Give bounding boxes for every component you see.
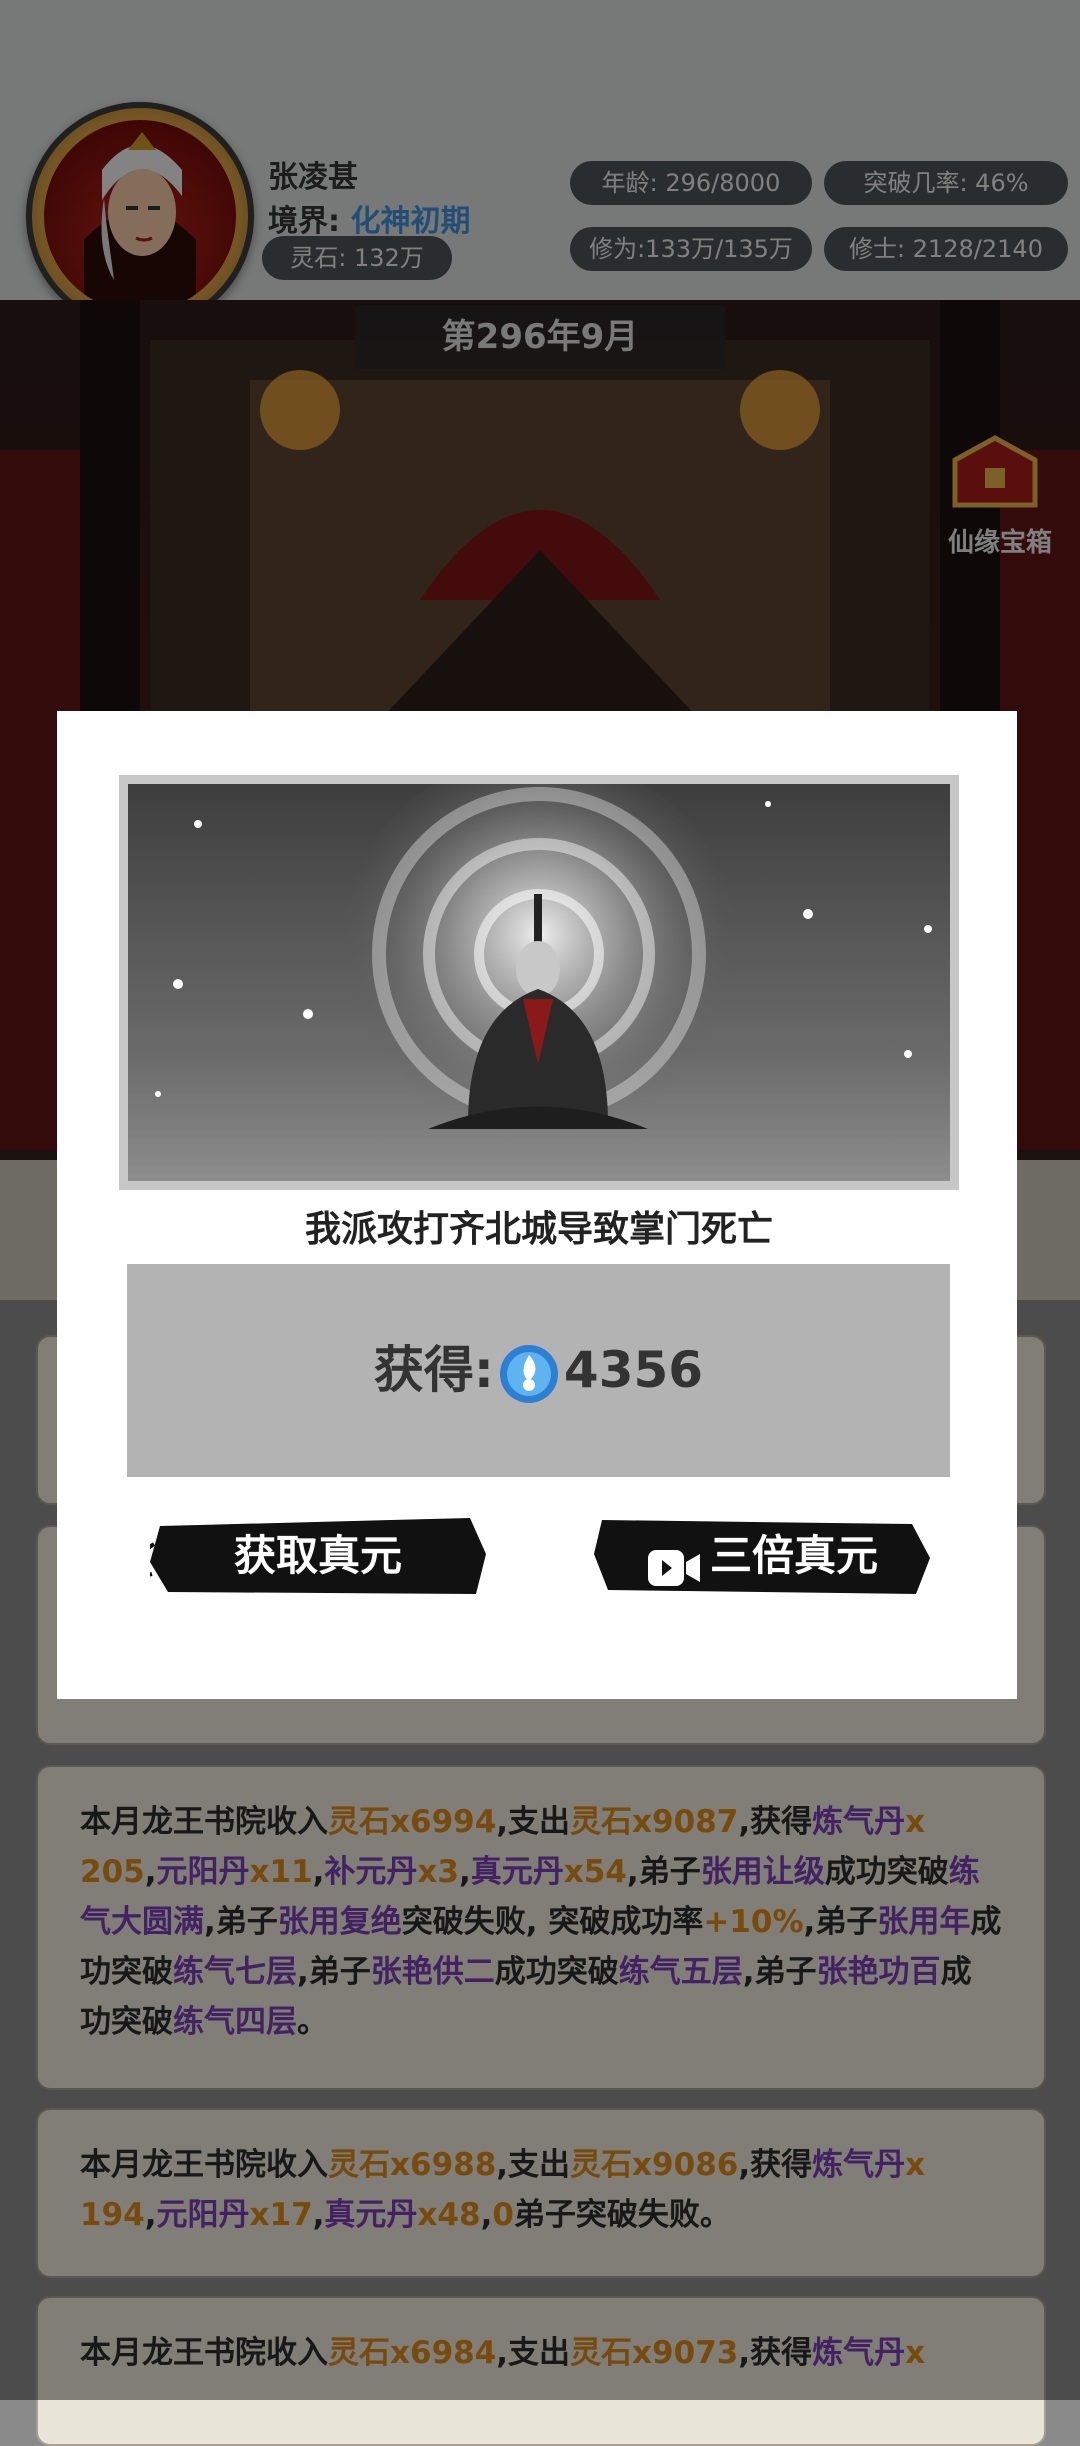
reward-prefix: 获得: bbox=[373, 1341, 494, 1399]
claim-essence-label: 获取真元 bbox=[233, 1531, 402, 1580]
claim-essence-button[interactable]: 获取真元 bbox=[150, 1514, 486, 1598]
meditation-illustration bbox=[128, 784, 950, 1181]
reward-line: 获得: 4356 bbox=[127, 1330, 950, 1405]
event-description: 我派攻打齐北城导致掌门死亡 bbox=[304, 1209, 773, 1250]
video-camera-icon bbox=[646, 1534, 702, 1586]
true-essence-orb-icon bbox=[498, 1343, 560, 1405]
triple-essence-label: 三倍真元 bbox=[709, 1531, 878, 1580]
triple-essence-video-button[interactable]: 三倍真元 bbox=[594, 1514, 930, 1598]
reward-amount: 4356 bbox=[563, 1341, 704, 1399]
